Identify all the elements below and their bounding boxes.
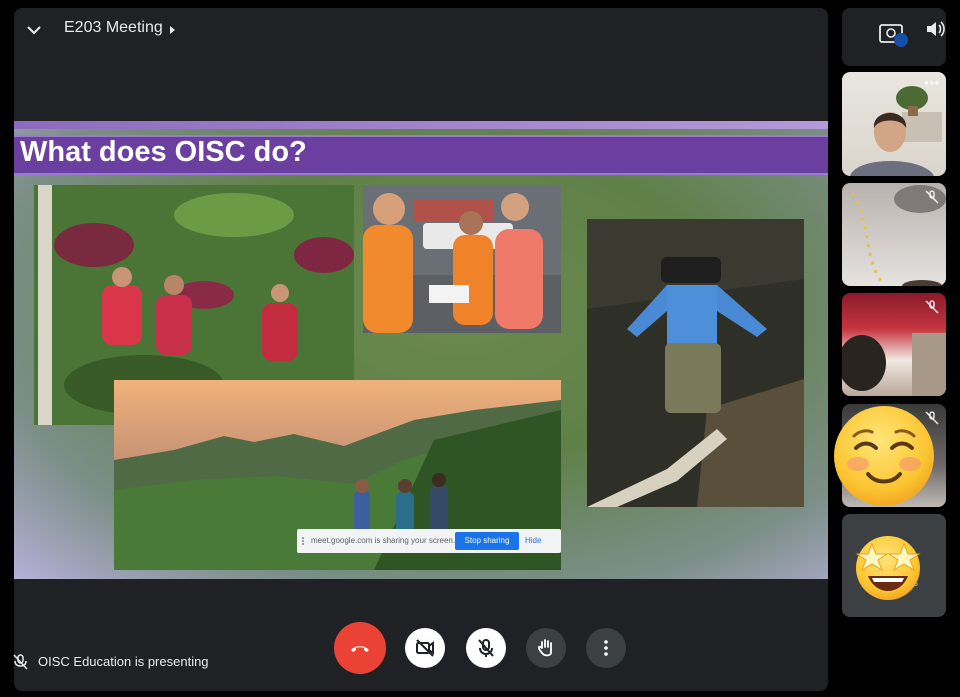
camera-off-icon [416,639,434,657]
end-call-icon [351,646,369,652]
drag-handle-icon[interactable] [302,537,304,545]
mic-off-icon [925,190,939,204]
mic-off-icon [478,639,494,657]
participant-tile[interactable]: ••• [842,72,946,176]
screen-share-notification: meet.google.com is sharing your screen. … [297,529,561,553]
more-options-button[interactable] [586,628,626,668]
slide-accent-line [14,121,828,129]
volume-icon[interactable] [924,18,946,40]
slide-title: What does OISC do? [20,136,307,168]
hide-button[interactable]: Hide [525,536,541,545]
mic-toggle-button[interactable] [466,628,506,668]
play-arrow-icon[interactable] [170,26,175,34]
presenting-text: OISC Education is presenting [38,654,209,669]
share-message: meet.google.com is sharing your screen. [311,536,456,545]
participant-tile[interactable] [842,183,946,286]
end-call-button[interactable] [334,622,386,674]
top-bar: E203 Meeting [14,8,828,52]
presenting-status: OISC Education is presenting [12,651,209,673]
raise-hand-button[interactable] [526,628,566,668]
star-struck-emoji-icon [855,536,921,600]
mic-off-icon [925,300,939,314]
call-controls [14,622,828,678]
presented-slide: What does OISC do? meet.google.com is sh… [14,121,828,579]
stop-sharing-button[interactable]: Stop sharing [455,532,519,550]
slide-photo-team-map [363,185,561,333]
camera-toggle-button[interactable] [405,628,445,668]
meeting-title[interactable]: E203 Meeting [64,19,163,37]
participant-tile[interactable] [842,293,946,396]
chevron-down-icon[interactable] [24,20,44,40]
mic-off-icon [13,654,28,670]
smiling-face-emoji-icon [834,406,934,506]
more-vert-icon [604,640,608,656]
slide-photo-log-crossing [587,219,804,507]
raise-hand-icon [537,639,552,657]
main-stage: E203 Meeting What does OISC do? meet.goo… [14,8,828,691]
more-horiz-icon[interactable]: ••• [924,76,940,90]
camera-switch-icon[interactable] [878,20,908,48]
